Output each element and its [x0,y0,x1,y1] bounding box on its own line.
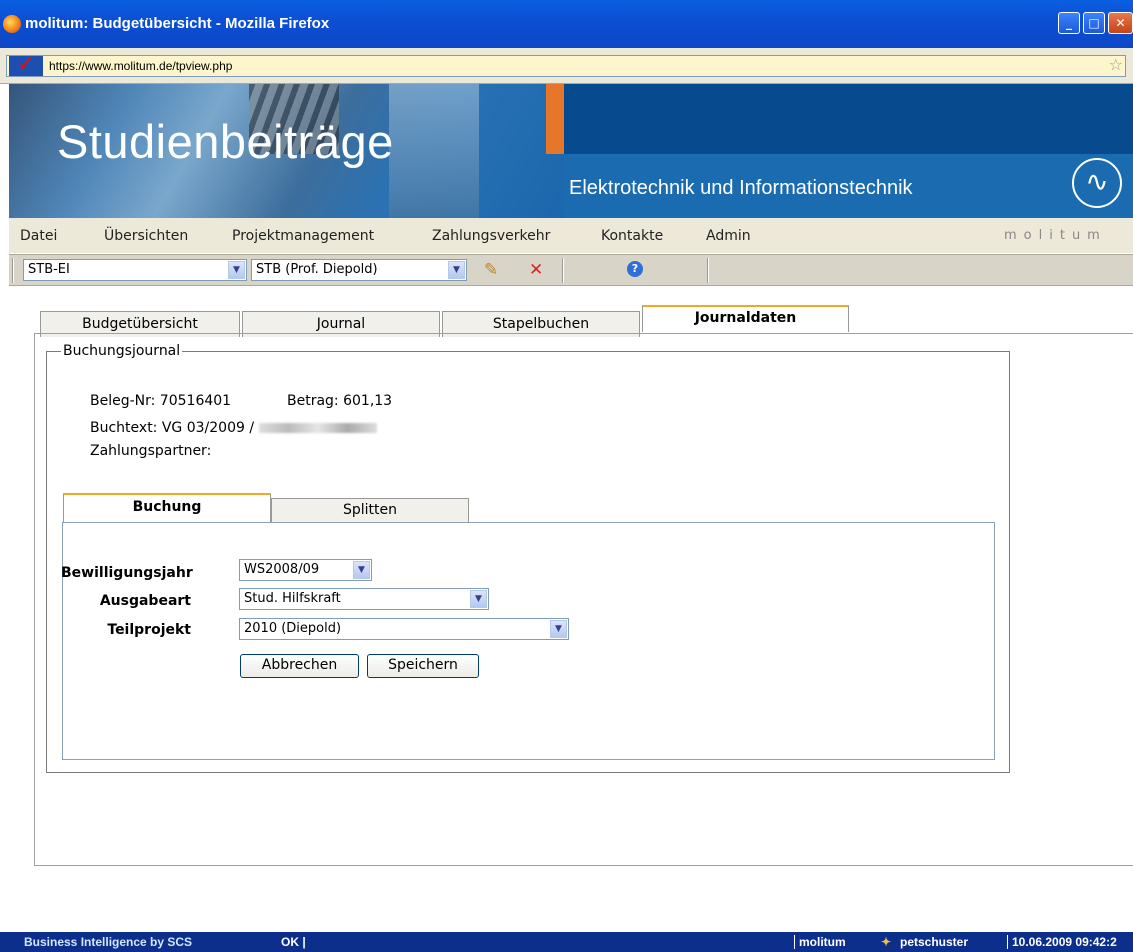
project-select-value: STB-EI [28,262,70,277]
teilprojekt-value: 2010 (Diepold) [244,621,342,636]
brand-label: molitum [1004,228,1107,243]
buchtext-label: Buchtext: VG 03/2009 / [90,420,255,436]
chevron-down-icon: ▼ [353,561,370,579]
menu-kontakte[interactable]: Kontakte [601,228,663,244]
status-bar: Business Intelligence by SCS OK | molitu… [0,932,1133,952]
toolbar-separator [12,258,14,283]
minimize-button[interactable]: _ [1058,12,1080,34]
cancel-button[interactable]: Abbrechen [240,654,359,678]
chevron-down-icon: ▼ [228,261,245,279]
menu-admin[interactable]: Admin [706,228,751,244]
header-banner: Studienbeiträge Elektrotechnik und Infor… [9,84,1133,218]
site-checkmark-icon: ✓ [9,52,43,77]
chevron-down-icon: ▼ [550,620,567,638]
menu-datei[interactable]: Datei [20,228,57,244]
ausgabeart-value: Stud. Hilfskraft [244,591,341,606]
toolbar: STB-EI ▼ STB (Prof. Diepold) ▼ ✎ ✕ ? [9,254,1133,286]
buchtext: Buchtext: VG 03/2009 / [90,420,377,436]
subtab-splitten[interactable]: Splitten [271,498,469,522]
bewilligungsjahr-value: WS2008/09 [244,562,320,577]
url-field[interactable]: ✓ https://www.molitum.de/tpview.php ☆ [6,52,1126,77]
bewilligungsjahr-label: Bewilligungsjahr [61,565,193,581]
bookmark-star-icon[interactable]: ☆ [1109,55,1123,74]
redacted-text [258,423,377,433]
banner-bridge-image [389,84,479,218]
beleg-nr: Beleg-Nr: 70516401 [90,393,232,409]
banner-orange-stripe [546,84,564,154]
window-title-bar: molitum: Budgetübersicht - Mozilla Firef… [0,0,1133,48]
save-button[interactable]: Speichern [367,654,479,678]
status-datetime: 10.06.2009 09:42:2 [1007,935,1117,949]
status-ok: OK | [281,935,306,949]
banner-dark-band [564,84,1133,154]
menu-zahlungsverkehr[interactable]: Zahlungsverkehr [432,228,550,244]
tab-journaldaten[interactable]: Journaldaten [642,305,849,332]
project-select[interactable]: STB-EI ▼ [23,259,247,281]
chevron-down-icon: ▼ [448,261,465,279]
maximize-button[interactable]: □ [1083,12,1105,34]
teilprojekt-label: Teilprojekt [107,622,191,638]
menu-uebersichten[interactable]: Übersichten [104,228,188,244]
betrag: Betrag: 601,13 [287,393,393,409]
budget-select[interactable]: STB (Prof. Diepold) ▼ [251,259,467,281]
status-user: petschuster [900,935,969,949]
status-business-intelligence: Business Intelligence by SCS [24,935,193,949]
chevron-down-icon: ▼ [470,590,487,608]
toolbar-separator [707,258,709,283]
teilprojekt-select[interactable]: 2010 (Diepold) ▼ [239,618,569,640]
menu-projektmanagement[interactable]: Projektmanagement [232,228,374,244]
zahlungspartner: Zahlungspartner: [90,443,212,459]
url-text: https://www.molitum.de/tpview.php [49,59,233,73]
close-button[interactable]: ✕ [1108,12,1133,34]
main-content: Budgetübersicht Journal Stapelbuchen Jou… [9,287,1133,932]
banner-subtitle: Elektrotechnik und Informationstechnik [569,177,913,199]
ausgabeart-label: Ausgabeart [99,593,191,609]
delete-x-icon[interactable]: ✕ [529,260,543,280]
bewilligungsjahr-select[interactable]: WS2008/09 ▼ [239,559,372,581]
menu-bar: Datei Übersichten Projektmanagement Zahl… [9,218,1133,254]
status-app: molitum [794,935,846,949]
subtab-buchung[interactable]: Buchung [63,493,271,523]
pencil-edit-icon[interactable]: ✎ [484,260,498,280]
budget-select-value: STB (Prof. Diepold) [256,262,378,277]
address-bar: ✓ https://www.molitum.de/tpview.php ☆ [0,48,1133,84]
window-title: molitum: Budgetübersicht - Mozilla Firef… [25,15,330,32]
help-icon[interactable]: ? [627,261,643,277]
banner-title: Studienbeiträge [57,115,394,168]
ausgabeart-select[interactable]: Stud. Hilfskraft ▼ [239,588,489,610]
fieldset-legend: Buchungsjournal [61,343,183,359]
firefox-icon [3,15,21,33]
toolbar-separator [562,258,564,283]
user-icon: ✦ [881,935,892,949]
omega-logo-icon: ∿ [1072,158,1122,208]
buchung-panel [62,522,995,760]
